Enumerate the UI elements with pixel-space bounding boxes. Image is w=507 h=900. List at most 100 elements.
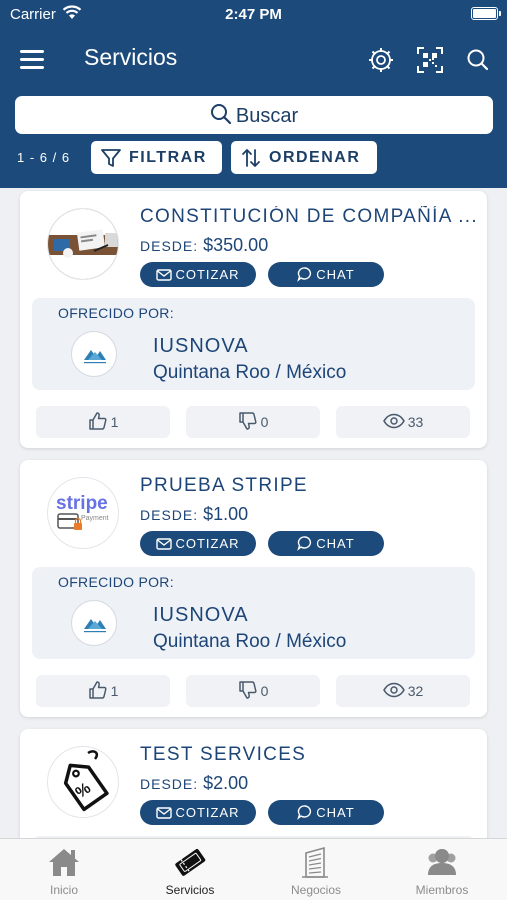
quote-label: COTIZAR <box>175 267 240 282</box>
chat-icon <box>297 536 312 551</box>
eye-icon <box>382 682 405 698</box>
like-count: 1 <box>110 414 119 430</box>
settings-gear-icon[interactable] <box>367 46 395 74</box>
clock: 2:47 PM <box>225 6 282 23</box>
filter-label: FILTRAR <box>129 149 207 166</box>
price-value: $1.00 <box>203 504 249 524</box>
tab-inicio[interactable]: Inicio <box>1 839 127 900</box>
service-title[interactable]: PRUEBA STRIPE <box>140 475 480 497</box>
dislike-button[interactable]: 0 <box>186 675 320 707</box>
quote-button[interactable]: COTIZAR <box>140 800 256 825</box>
service-title[interactable]: CONSTITUCIÓN DE COMPAÑÍA ... <box>140 206 480 228</box>
view-count: 32 <box>407 683 424 699</box>
service-image: stripe Payment <box>47 477 119 549</box>
tab-miembros[interactable]: Miembros <box>379 839 505 900</box>
org-name: IUSNOVA <box>153 335 249 357</box>
stripe-logo-subtext: Payment <box>81 515 109 522</box>
service-price: DESDE: $350.00 <box>140 235 268 256</box>
mail-icon <box>156 807 173 819</box>
tab-servicios[interactable]: Servicios <box>127 839 253 900</box>
thumbs-down-icon <box>238 412 257 430</box>
view-count: 33 <box>407 414 424 430</box>
sort-icon <box>242 149 260 167</box>
offered-by-label: OFRECIDO POR: <box>58 305 174 321</box>
service-card[interactable]: CONSTITUCIÓN DE COMPAÑÍA ... DESDE: $350… <box>20 191 487 448</box>
thumbs-down-icon <box>238 681 257 699</box>
chat-label: CHAT <box>316 805 355 820</box>
building-icon <box>302 846 328 878</box>
ticket-icon <box>175 849 206 876</box>
result-count: 1 - 6 / 6 <box>17 150 71 165</box>
filter-button[interactable]: FILTRAR <box>91 141 222 174</box>
price-label: DESDE: <box>140 776 199 792</box>
org-logo <box>71 331 117 377</box>
offered-by-panel[interactable]: OFRECIDO POR: IUSNOVA Quintana Roo / Méx… <box>32 567 475 659</box>
like-button[interactable]: 1 <box>36 406 170 438</box>
quote-button[interactable]: COTIZAR <box>140 531 256 556</box>
home-icon <box>49 849 79 876</box>
org-location: Quintana Roo / México <box>153 362 347 383</box>
dislike-count: 0 <box>260 683 269 699</box>
chat-button[interactable]: CHAT <box>268 800 384 825</box>
service-image: % <box>47 746 119 818</box>
header-bar: Carrier 2:47 PM Servicios Buscar 1 - 6 /… <box>0 0 507 188</box>
service-image <box>47 208 119 280</box>
mail-icon <box>156 538 173 550</box>
chat-icon <box>297 805 312 820</box>
tab-label: Inicio <box>49 883 78 897</box>
page-title: Servicios <box>84 44 178 70</box>
chat-icon <box>297 267 312 282</box>
eye-icon <box>382 413 405 429</box>
like-button[interactable]: 1 <box>36 675 170 707</box>
quote-button[interactable]: COTIZAR <box>140 262 256 287</box>
service-title[interactable]: TEST SERVICES <box>140 744 480 766</box>
dislike-button[interactable]: 0 <box>186 406 320 438</box>
quote-label: COTIZAR <box>175 805 240 820</box>
tab-label: Negocios <box>290 883 342 897</box>
qr-code-icon[interactable] <box>416 46 444 74</box>
price-value: $2.00 <box>203 773 249 793</box>
views-stat: 33 <box>336 406 470 438</box>
price-label: DESDE: <box>140 238 199 254</box>
thumbs-up-icon <box>88 412 107 430</box>
service-price: DESDE: $2.00 <box>140 773 248 794</box>
org-name: IUSNOVA <box>153 604 249 626</box>
service-card[interactable]: stripe Payment PRUEBA STRIPE DESDE: $1.00… <box>20 460 487 717</box>
price-value: $350.00 <box>203 235 269 255</box>
search-input[interactable]: Buscar <box>15 96 493 134</box>
thumbs-up-icon <box>88 681 107 699</box>
navigation-row: Servicios <box>0 40 507 80</box>
chat-button[interactable]: CHAT <box>268 262 384 287</box>
menu-icon[interactable] <box>20 50 46 70</box>
tab-label: Servicios <box>165 883 215 897</box>
offered-by-panel[interactable]: OFRECIDO POR: IUSNOVA Quintana Roo / Méx… <box>32 298 475 390</box>
chat-button[interactable]: CHAT <box>268 531 384 556</box>
members-icon <box>428 849 456 875</box>
stripe-logo-text: stripe <box>56 493 108 514</box>
tab-negocios[interactable]: Negocios <box>253 839 379 900</box>
chat-label: CHAT <box>316 536 355 551</box>
service-card[interactable]: % TEST SERVICES DESDE: $2.00 COTIZAR CHA… <box>20 729 487 838</box>
service-price: DESDE: $1.00 <box>140 504 248 525</box>
org-location: Quintana Roo / México <box>153 631 347 652</box>
search-icon <box>210 104 231 125</box>
price-label: DESDE: <box>140 507 199 523</box>
tab-label: Miembros <box>415 883 469 897</box>
search-icon[interactable] <box>464 46 492 74</box>
sort-label: ORDENAR <box>269 149 361 166</box>
search-placeholder: Buscar <box>235 105 299 127</box>
tab-bar: Inicio Servicios Negocios Miembros <box>0 838 507 900</box>
views-stat: 32 <box>336 675 470 707</box>
like-count: 1 <box>110 683 119 699</box>
sort-button[interactable]: ORDENAR <box>231 141 377 174</box>
mail-icon <box>156 269 173 281</box>
filter-icon <box>101 149 121 167</box>
chat-label: CHAT <box>316 267 355 282</box>
org-logo <box>71 600 117 646</box>
service-list: CONSTITUCIÓN DE COMPAÑÍA ... DESDE: $350… <box>0 188 507 838</box>
dislike-count: 0 <box>260 414 269 430</box>
status-bar: Carrier 2:47 PM <box>0 0 507 30</box>
quote-label: COTIZAR <box>175 536 240 551</box>
battery-icon <box>471 7 501 20</box>
offered-by-label: OFRECIDO POR: <box>58 574 174 590</box>
